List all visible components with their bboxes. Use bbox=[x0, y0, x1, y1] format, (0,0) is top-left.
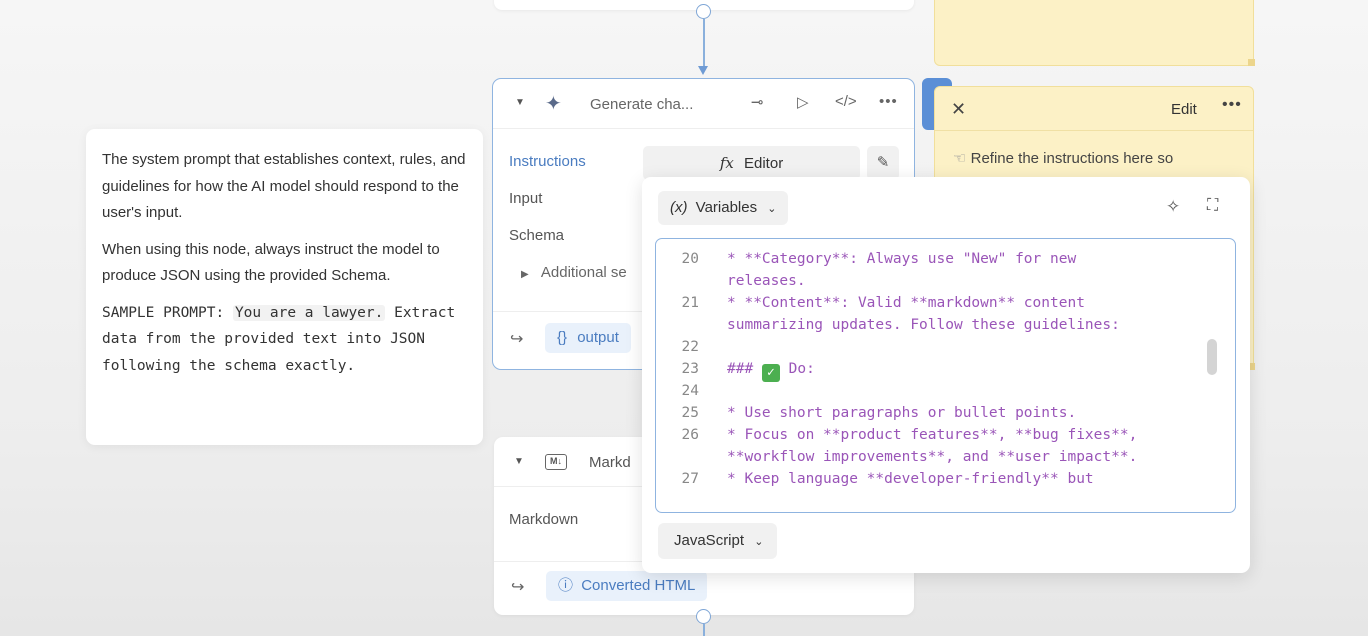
braces-icon: {} bbox=[557, 329, 568, 346]
sticky-note-top[interactable] bbox=[934, 0, 1255, 66]
markdown-icon: M↓ bbox=[545, 454, 567, 470]
sticky-header: ✕ Edit ••• bbox=[935, 87, 1253, 131]
line-number: 26 bbox=[681, 427, 699, 443]
question-circle-icon: ⓘ bbox=[558, 577, 574, 594]
checkmark-icon: ✓ bbox=[761, 364, 780, 382]
sample-code: You are a lawyer. bbox=[232, 304, 386, 321]
line-number: 27 bbox=[681, 471, 699, 487]
code-text: * Focus on **product features**, **bug f… bbox=[727, 427, 1137, 443]
caret-right-icon: ▶ bbox=[521, 269, 529, 280]
code-text-part: Do: bbox=[779, 361, 815, 377]
code-icon[interactable]: </> bbox=[835, 93, 857, 110]
code-text-part: releases. bbox=[727, 273, 806, 289]
additional-settings-toggle[interactable]: ▶ Additional se bbox=[521, 264, 627, 281]
expand-icon[interactable]: ⛶ bbox=[1207, 197, 1218, 215]
sparkle-icon: ✦ bbox=[545, 93, 562, 115]
connector-line bbox=[703, 19, 705, 69]
sticky-text: ☜ Refine the instructions here so bbox=[953, 149, 1173, 167]
language-label: JavaScript bbox=[674, 532, 745, 549]
variables-label: Variables bbox=[695, 199, 758, 216]
tooltip-paragraph: When using this node, always instruct th… bbox=[102, 240, 440, 285]
variable-icon: (x) bbox=[670, 199, 688, 216]
variables-dropdown[interactable]: (x) Variables ⌄ bbox=[658, 191, 789, 225]
code-text: ### ✓ Do: bbox=[727, 361, 815, 382]
prop-input[interactable]: Input bbox=[509, 190, 542, 207]
line-number: 22 bbox=[681, 339, 699, 355]
connector-arrow bbox=[698, 66, 708, 75]
prop-markdown[interactable]: Markdown bbox=[509, 511, 578, 528]
chevron-down-icon[interactable]: ▼ bbox=[514, 456, 524, 467]
language-dropdown[interactable]: JavaScript ⌄ bbox=[658, 523, 778, 559]
code-text-part: * **Content**: Valid **markdown** conten… bbox=[727, 295, 1085, 311]
code-text: **workflow improvements**, and **user im… bbox=[727, 449, 1137, 465]
chevron-down-icon: ⌄ bbox=[754, 536, 764, 548]
return-arrow-icon: ↪ bbox=[510, 331, 524, 348]
code-text: * Keep language **developer-friendly** b… bbox=[727, 471, 1094, 487]
key-icon[interactable]: ⊸ bbox=[751, 93, 764, 111]
output-label: output bbox=[577, 329, 619, 346]
sticky-text-content: Refine the instructions here so bbox=[970, 150, 1174, 167]
function-icon: fx bbox=[719, 154, 734, 172]
connection-handle-bottom[interactable] bbox=[696, 609, 711, 624]
line-number: 23 bbox=[681, 361, 699, 377]
resize-handle[interactable] bbox=[1248, 59, 1255, 66]
code-text: summarizing updates. Follow these guidel… bbox=[727, 317, 1120, 333]
tooltip-sample-prompt: SAMPLE PROMPT: You are a lawyer. Extract… bbox=[102, 300, 467, 380]
line-number: 24 bbox=[681, 383, 699, 399]
line-number: 21 bbox=[681, 295, 699, 311]
editor-label: Editor bbox=[744, 155, 784, 172]
code-text-part: * **Category**: Always use "New" for new bbox=[727, 251, 1077, 267]
scrollbar[interactable] bbox=[1207, 339, 1217, 375]
code-text: * Use short paragraphs or bullet points. bbox=[727, 405, 1076, 421]
code-area[interactable]: 20 * **Category**: Always use "New" for n… bbox=[655, 238, 1236, 513]
line-number: 20 bbox=[681, 251, 699, 267]
sample-prefix: SAMPLE PROMPT: bbox=[102, 304, 233, 321]
output-pill[interactable]: ⓘ Converted HTML bbox=[546, 571, 708, 601]
close-icon[interactable]: ✕ bbox=[951, 99, 966, 120]
play-icon[interactable]: ▷ bbox=[797, 93, 809, 111]
node-title: Markd bbox=[589, 454, 631, 471]
more-icon[interactable]: ••• bbox=[879, 93, 898, 110]
code-text: * **Category**: Always use "New" for new bbox=[727, 251, 1076, 267]
node-header: ▼ ✦ Generate cha... ⊸ ▷ </> ••• bbox=[493, 79, 914, 129]
return-arrow-icon: ↪ bbox=[511, 579, 525, 596]
tooltip-paragraph: The system prompt that establishes conte… bbox=[102, 151, 466, 221]
code-text-part: **workflow improvements**, and **user im… bbox=[727, 449, 1138, 465]
code-text-part: * Keep language **developer-friendly** b… bbox=[727, 471, 1094, 487]
sticky-edit-button[interactable]: Edit bbox=[1171, 101, 1197, 118]
pencil-icon[interactable]: ✎ bbox=[867, 146, 899, 180]
prop-schema[interactable]: Schema bbox=[509, 227, 564, 244]
connector-line bbox=[703, 624, 705, 636]
line-number: 25 bbox=[681, 405, 699, 421]
code-text-part: * Focus on **product features**, **bug f… bbox=[727, 427, 1138, 443]
code-text-part: * Use short paragraphs or bullet points. bbox=[727, 405, 1077, 421]
code-text: releases. bbox=[727, 273, 806, 289]
code-editor-popup[interactable]: (x) Variables ⌄ ✧ ⛶ 20 * **Category**: Al… bbox=[642, 177, 1250, 573]
chevron-down-icon: ⌄ bbox=[767, 203, 777, 215]
connection-handle-top[interactable] bbox=[696, 4, 711, 19]
chevron-down-icon[interactable]: ▼ bbox=[515, 97, 525, 108]
more-icon[interactable]: ••• bbox=[1222, 96, 1242, 114]
prop-instructions[interactable]: Instructions bbox=[509, 153, 586, 170]
node-title: Generate cha... bbox=[590, 96, 694, 113]
pointing-hand-icon: ☜ bbox=[953, 150, 967, 167]
editor-button[interactable]: fx Editor bbox=[643, 146, 860, 180]
output-pill[interactable]: {} output bbox=[545, 323, 631, 353]
output-label: Converted HTML bbox=[581, 577, 696, 594]
code-text-part: ### bbox=[727, 361, 762, 377]
magic-wand-icon[interactable]: ✧ bbox=[1166, 197, 1180, 217]
instructions-tooltip: The system prompt that establishes conte… bbox=[86, 129, 483, 445]
additional-settings-label: Additional se bbox=[540, 264, 627, 281]
code-text: * **Content**: Valid **markdown** conten… bbox=[727, 295, 1085, 311]
code-text-part: summarizing updates. Follow these guidel… bbox=[727, 317, 1120, 333]
